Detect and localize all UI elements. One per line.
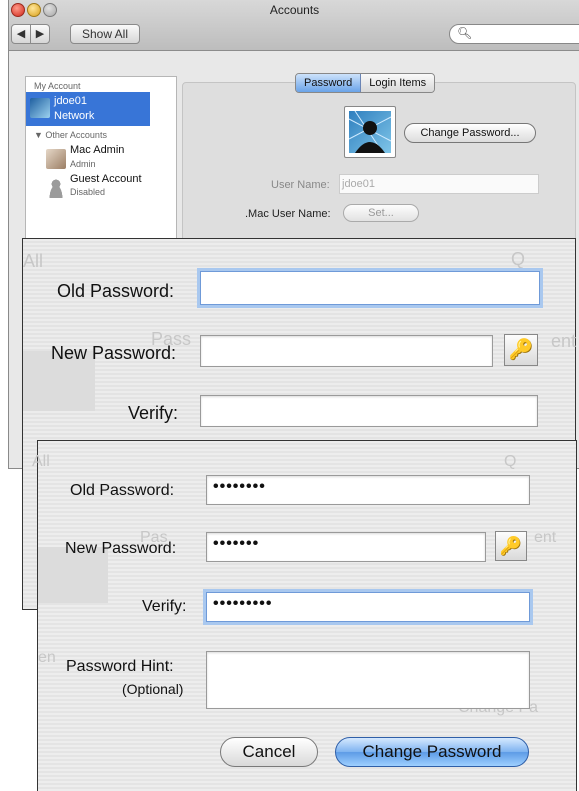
password-hint-label: Password Hint: [66, 658, 174, 675]
verify-value: ••••••••• [213, 595, 273, 612]
mac-user-name-label: .Mac User Name: [245, 208, 331, 220]
password-assistant-key-icon[interactable]: 🔑 [495, 531, 527, 561]
tab-password[interactable]: Password [296, 74, 362, 92]
account-name: Mac Admin [70, 144, 125, 156]
account-name: jdoe01 [54, 95, 88, 107]
change-password-button[interactable]: Change Password... [404, 123, 536, 143]
old-password-input[interactable] [200, 271, 540, 305]
account-item-selected[interactable]: jdoe01 Network [26, 92, 150, 126]
verify-input[interactable]: ••••••••• [206, 592, 530, 622]
verify-label: Verify: [142, 598, 187, 615]
search-icon: 🔍︎ [457, 26, 473, 40]
old-password-label: Old Password: [70, 482, 175, 499]
title-bar: Accounts ◀ ▶ Show All 🔍︎ [9, 0, 579, 51]
window-title: Accounts [269, 3, 320, 17]
other-accounts-header: ▼ Other Accounts [34, 130, 107, 140]
user-silhouette-icon [349, 111, 391, 153]
new-password-label: New Password: [65, 540, 177, 557]
account-type: Network [54, 110, 95, 122]
change-password-submit-button[interactable]: Change Password [335, 737, 529, 767]
cancel-button[interactable]: Cancel [220, 737, 318, 767]
new-password-value: ••••••• [213, 535, 260, 552]
tab-bar: Password Login Items [295, 73, 436, 93]
set-button[interactable]: Set... [343, 204, 419, 222]
new-password-input[interactable] [200, 335, 493, 367]
guest-user-icon [46, 178, 66, 198]
network-account-icon [30, 98, 50, 118]
ghost-bottom-text: en [38, 649, 56, 666]
user-picture[interactable] [344, 106, 396, 158]
ghost-side-text: ent [534, 529, 557, 546]
forward-button[interactable]: ▶ [30, 24, 50, 44]
new-password-label: New Password: [51, 343, 177, 363]
old-password-value: •••••••• [213, 478, 266, 495]
accounts-list: My Account jdoe01 Network ▼ Other Accoun… [25, 76, 177, 240]
ghost-show-all-text: All [32, 453, 50, 470]
old-password-input[interactable]: •••••••• [206, 475, 530, 505]
ghost-search-icon: Q [504, 453, 517, 470]
ghost-side-text: ent [551, 331, 577, 351]
verify-label: Verify: [128, 403, 179, 423]
account-type: Disabled [70, 187, 106, 197]
ghost-search-icon: Q [511, 249, 526, 269]
verify-input[interactable] [200, 395, 538, 427]
password-assistant-key-icon[interactable]: 🔑 [504, 334, 538, 366]
search-field[interactable]: 🔍︎ [449, 24, 579, 44]
password-hint-input[interactable] [206, 651, 530, 709]
back-button[interactable]: ◀ [11, 24, 31, 44]
tab-login-items[interactable]: Login Items [361, 74, 435, 92]
account-name: Guest Account [70, 173, 142, 185]
account-type: Admin [70, 159, 96, 169]
change-password-sheet-filled: All Q Pas ent en Change Pa Old Password:… [32, 440, 577, 791]
old-password-label: Old Password: [57, 281, 175, 301]
new-password-input[interactable]: ••••••• [206, 532, 486, 562]
user-name-label: User Name: [271, 179, 330, 191]
show-all-button[interactable]: Show All [70, 24, 140, 44]
my-account-header: My Account [34, 81, 81, 91]
user-name-field: jdoe01 [339, 174, 539, 194]
admin-avatar-icon [46, 149, 66, 169]
ghost-show-all-text: All [23, 251, 44, 271]
password-hint-optional-label: (Optional) [122, 681, 184, 697]
